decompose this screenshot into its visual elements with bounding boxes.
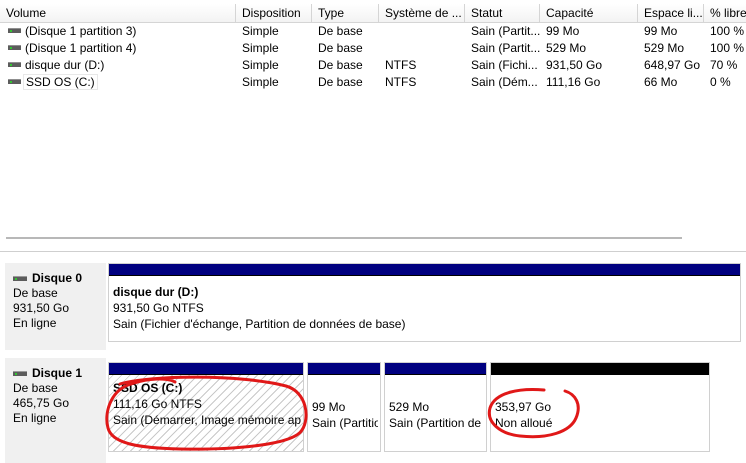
type-cell: De base — [318, 24, 363, 38]
status-cell: Sain (Fichi... — [471, 58, 538, 72]
type-cell: De base — [318, 41, 363, 55]
partition-status: Non alloué — [495, 416, 553, 430]
partition-status: Sain (Partition système EFI) — [312, 416, 378, 430]
percent-free-cell: 100 % — [710, 24, 745, 38]
partition-recovery[interactable]: 529 Mo Sain (Partition de récupération) — [384, 362, 487, 452]
partition-size: 529 Mo — [389, 400, 430, 414]
column-header-free-space[interactable]: Espace li... — [638, 4, 704, 23]
volume-icon — [8, 79, 21, 85]
disk-icon — [13, 276, 27, 281]
partition-status: Sain (Démarrer, Image mémoire après inci… — [113, 413, 301, 427]
disposition-cell: Simple — [242, 41, 279, 55]
percent-free-cell: 100 % — [710, 41, 745, 55]
volume-name-cell: SSD OS (C:) — [0, 74, 236, 91]
column-header-disposition[interactable]: Disposition — [236, 4, 312, 23]
partition-status: Sain (Partition de récupération) — [389, 416, 484, 430]
volume-list[interactable]: Volume Disposition Type Système de ... S… — [0, 0, 746, 252]
partition-bar — [308, 363, 380, 375]
unallocated-bar — [491, 363, 709, 375]
volume-icon — [8, 45, 21, 51]
partition-size: 931,50 Go NTFS — [113, 301, 204, 315]
percent-free-cell: 70 % — [710, 58, 738, 72]
partition-status: Sain (Fichier d'échange, Partition de do… — [113, 317, 406, 331]
type-cell: De base — [318, 75, 363, 89]
disk-name: Disque 1 — [32, 366, 83, 380]
disk-size: 931,50 Go — [13, 301, 70, 315]
disk-kind: De base — [13, 286, 58, 300]
disk-name: Disque 0 — [32, 271, 83, 285]
status-cell: Sain (Partit... — [471, 41, 540, 55]
table-row[interactable]: (Disque 1 partition 3) Simple De base Sa… — [0, 23, 746, 40]
volume-name-cell: (Disque 1 partition 4) — [0, 40, 236, 57]
partition-bar — [109, 264, 740, 276]
partition-bar — [385, 363, 486, 375]
column-header-volume[interactable]: Volume — [0, 4, 236, 23]
partition-size: 111,16 Go NTFS — [113, 397, 202, 411]
partition-efi[interactable]: 99 Mo Sain (Partition système EFI) — [307, 362, 381, 452]
partition-size: 99 Mo — [312, 400, 346, 414]
disk-state: En ligne — [13, 411, 57, 425]
status-cell: Sain (Partit... — [471, 24, 540, 38]
type-cell: De base — [318, 58, 363, 72]
capacity-cell: 99 Mo — [546, 24, 580, 38]
filesystem-cell: NTFS — [385, 75, 417, 89]
column-header-type[interactable]: Type — [312, 4, 379, 23]
horizontal-scrollbar[interactable] — [6, 237, 682, 239]
partition-d[interactable]: disque dur (D:) 931,50 Go NTFS Sain (Fic… — [108, 263, 741, 342]
volume-name-cell: (Disque 1 partition 3) — [0, 23, 236, 40]
disk-icon — [13, 371, 27, 376]
volume-icon — [8, 28, 21, 34]
partition-title: disque dur (D:) — [113, 285, 199, 299]
partition-unallocated[interactable]: 353,97 Go Non alloué — [490, 362, 710, 452]
disk-1-info[interactable]: Disque 1 De base 465,75 Go En ligne — [5, 358, 106, 463]
column-header-capacity[interactable]: Capacité — [540, 4, 638, 23]
disposition-cell: Simple — [242, 24, 279, 38]
table-row[interactable]: (Disque 1 partition 4) Simple De base Sa… — [0, 40, 746, 57]
volume-name-cell: disque dur (D:) — [0, 57, 236, 74]
capacity-cell: 111,16 Go — [546, 75, 601, 89]
disk-size: 465,75 Go — [13, 396, 70, 410]
table-row-selected[interactable]: SSD OS (C:) Simple De base NTFS Sain (Dé… — [0, 74, 746, 91]
free-space-cell: 66 Mo — [644, 75, 678, 89]
table-row[interactable]: disque dur (D:) Simple De base NTFS Sain… — [0, 57, 746, 74]
column-header-percent-free[interactable]: % libre — [704, 4, 746, 23]
disposition-cell: Simple — [242, 75, 279, 89]
partition-title: SSD OS (C:) — [113, 381, 183, 395]
volume-icon — [8, 62, 21, 68]
free-space-cell: 529 Mo — [644, 41, 685, 55]
partition-size: 353,97 Go — [495, 400, 552, 414]
disk-state: En ligne — [13, 316, 57, 330]
free-space-cell: 99 Mo — [644, 24, 678, 38]
filesystem-cell — [379, 23, 465, 40]
capacity-cell: 529 Mo — [546, 41, 587, 55]
column-header-row: Volume Disposition Type Système de ... S… — [0, 4, 746, 23]
filesystem-cell — [379, 40, 465, 57]
disk-0-info[interactable]: Disque 0 De base 931,50 Go En ligne — [5, 263, 106, 350]
partition-c[interactable]: SSD OS (C:) 111,16 Go NTFS Sain (Démarre… — [108, 362, 304, 452]
status-cell: Sain (Dém... — [471, 75, 538, 89]
capacity-cell: 931,50 Go — [546, 58, 603, 72]
partition-bar — [109, 363, 303, 375]
column-header-status[interactable]: Statut — [465, 4, 540, 23]
column-header-filesystem[interactable]: Système de ... — [379, 4, 465, 23]
filesystem-cell: NTFS — [385, 58, 417, 72]
disk-kind: De base — [13, 381, 58, 395]
disposition-cell: Simple — [242, 58, 279, 72]
percent-free-cell: 0 % — [710, 75, 731, 89]
free-space-cell: 648,97 Go — [644, 58, 701, 72]
